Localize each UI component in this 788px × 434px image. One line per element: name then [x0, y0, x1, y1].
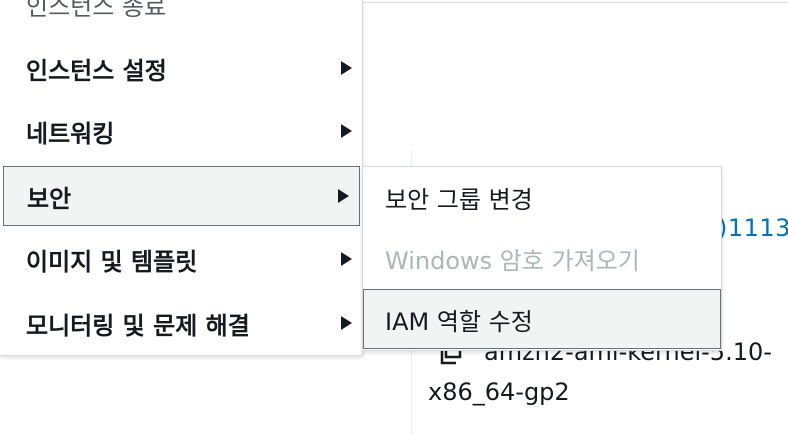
menu-item-security[interactable]: 보안 [3, 166, 360, 226]
menu-item-label: 이미지 및 템플릿 [26, 247, 198, 276]
menu-item-networking[interactable]: 네트워킹 [0, 101, 362, 161]
menu-item-label: 모니터링 및 문제 해결 [26, 311, 250, 340]
caret-right-icon [341, 252, 352, 266]
menu-item-monitor-and-troubleshoot[interactable]: 모니터링 및 문제 해결 [0, 293, 362, 353]
submenu-item-get-windows-password: Windows 암호 가져오기 [363, 228, 721, 288]
instance-id-link[interactable]: )11131 [718, 214, 788, 242]
instance-actions-menu: 인스턴스 종료 인스턴스 설정 네트워킹 보안 이미지 및 템플릿 모니터링 및… [0, 0, 363, 356]
menu-item-label: 보안 [27, 184, 72, 213]
menu-item-image-and-templates[interactable]: 이미지 및 템플릿 [0, 229, 362, 289]
caret-right-icon [338, 189, 349, 203]
submenu-item-label: Windows 암호 가져오기 [385, 246, 640, 275]
menu-item-label: 인스턴스 설정 [26, 56, 167, 85]
caret-right-icon [341, 316, 352, 330]
caret-right-icon [341, 61, 352, 75]
submenu-item-label: IAM 역할 수정 [385, 307, 533, 336]
ami-name-text-cont: x86_64-gp2 [428, 378, 570, 406]
menu-item-label: 네트워킹 [26, 119, 115, 148]
submenu-item-modify-iam-role[interactable]: IAM 역할 수정 [363, 289, 721, 349]
divider [362, 2, 788, 3]
menu-item-terminate-instance[interactable]: 인스턴스 종료 [0, 0, 362, 21]
caret-right-icon [341, 124, 352, 138]
menu-item-instance-settings[interactable]: 인스턴스 설정 [0, 38, 362, 98]
security-submenu: 보안 그룹 변경 Windows 암호 가져오기 IAM 역할 수정 [362, 166, 722, 351]
submenu-item-change-security-groups[interactable]: 보안 그룹 변경 [363, 167, 721, 227]
menu-item-label: 인스턴스 종료 [26, 0, 167, 21]
submenu-item-label: 보안 그룹 변경 [385, 185, 533, 214]
